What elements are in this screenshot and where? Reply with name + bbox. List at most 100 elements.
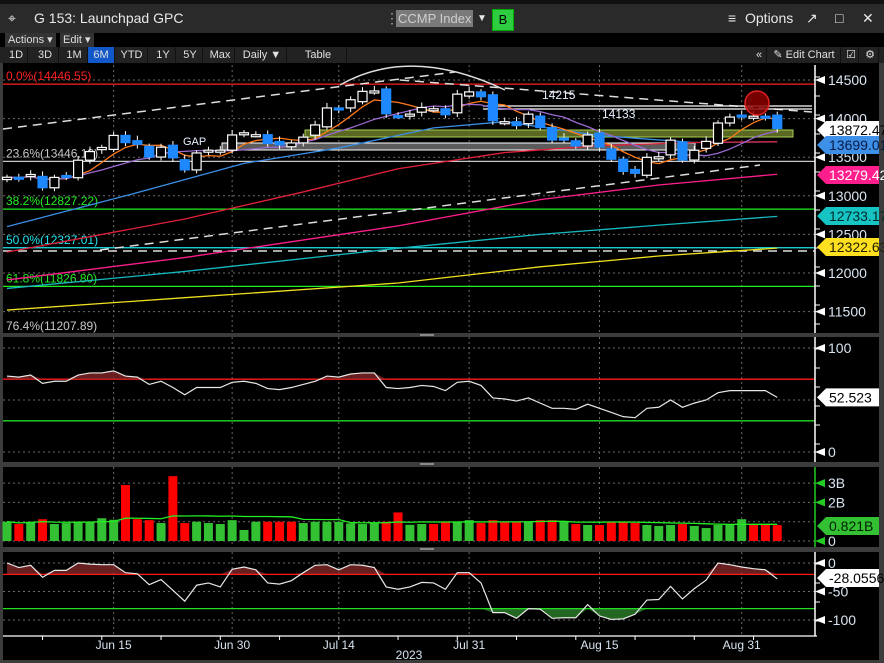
gear-icon[interactable]: ⚙	[862, 47, 879, 63]
volume-bar-down	[476, 523, 486, 541]
frequency-dropdown[interactable]: Daily ▼	[238, 47, 287, 63]
level-label-14215: 14215	[542, 88, 576, 102]
popout-icon[interactable]: ↗	[806, 10, 818, 27]
volume-bar-up	[203, 523, 213, 541]
candle-up-body	[25, 173, 36, 178]
candle-down-body	[594, 132, 605, 148]
volume-tick-label: 2B	[828, 494, 845, 510]
close-icon[interactable]: ✕	[862, 10, 874, 27]
candle	[641, 153, 653, 178]
range-6m[interactable]: 6M	[88, 47, 115, 63]
volume-bar-up	[227, 520, 237, 541]
panel-bg-3	[3, 552, 815, 636]
gap-label: GAP	[183, 136, 206, 148]
candle	[72, 155, 84, 181]
rsi-tick-label: 100	[828, 340, 852, 356]
edit-chart-button[interactable]: ✎ Edit Chart	[768, 47, 841, 63]
williams-tick-label: 0	[828, 555, 836, 571]
candle	[487, 91, 498, 125]
volume-bar-up	[61, 523, 71, 541]
volume-bar-down	[263, 521, 273, 541]
last-value-label: 12733.17	[829, 208, 884, 224]
volume-bar-down	[630, 522, 640, 541]
table-button[interactable]: Table	[290, 47, 347, 63]
volume-bar-up	[26, 521, 36, 541]
volume-bar-down	[772, 525, 782, 541]
maximize-icon[interactable]: □	[835, 10, 843, 26]
candle-down-body	[392, 115, 404, 119]
candle-down-body	[333, 107, 344, 111]
williams-tick-label-marker	[815, 587, 825, 596]
range-ytd[interactable]: YTD	[116, 47, 148, 63]
candle-up-body	[1, 176, 13, 181]
candle-up-body	[499, 121, 510, 125]
title-bar: ⌖ G 153: Launchpad GPC ⋮ CCMP Index ▼ B …	[0, 0, 884, 33]
williams-last-value: -28.0556	[829, 570, 884, 586]
candle-down-body	[535, 115, 546, 129]
options-button[interactable]: Options	[745, 10, 793, 26]
panel-divider	[0, 333, 884, 337]
candle-up-body	[582, 134, 593, 147]
price-tick-label: 13000	[828, 188, 867, 204]
volume-bar-up	[559, 521, 569, 541]
candle-down-body	[487, 94, 498, 122]
security-input[interactable]: CCMP Index	[396, 10, 474, 27]
volume-bar-down	[488, 520, 498, 541]
fib-label: 76.4%(11207.89)	[6, 319, 97, 333]
volume-bar-up	[85, 521, 95, 541]
volume-bar-up	[405, 524, 415, 541]
collapse-icon[interactable]: «	[752, 47, 767, 63]
candle-up-body	[748, 115, 759, 119]
candle-up-body	[712, 122, 724, 144]
edit-menu[interactable]: Edit ▾	[60, 33, 94, 47]
volume-bar-down	[14, 524, 24, 541]
annotate-icon[interactable]: ☑	[844, 47, 859, 63]
candle-up-body	[523, 113, 534, 125]
volume-bar-down	[121, 485, 130, 541]
range-max[interactable]: Max	[206, 47, 235, 63]
candle-down-body	[558, 137, 570, 141]
volume-bar-down	[381, 521, 391, 541]
price-tick-label-marker	[815, 191, 825, 200]
candle-up-body	[689, 149, 700, 161]
volume-bar-down	[618, 522, 628, 541]
candle-down-body	[167, 144, 178, 159]
candle-up-body	[641, 156, 653, 176]
chevron-down-icon[interactable]: ▼	[477, 13, 487, 24]
last-value-label: 13279.42	[829, 167, 884, 183]
volume-bar-down	[132, 519, 142, 541]
chart-canvas[interactable]: 0.0%(14446.55)23.6%(13446.13)38.2%(12827…	[0, 0, 884, 663]
candle-up-body	[701, 140, 712, 149]
volume-bar-down	[749, 524, 759, 541]
range-1d[interactable]: 1D	[5, 47, 28, 63]
move-icon[interactable]: ⌖	[8, 10, 16, 27]
candle	[452, 89, 463, 118]
volume-bar-up	[737, 519, 747, 541]
range-3d[interactable]: 3D	[32, 47, 59, 63]
volume-last-value: 0.821B	[829, 518, 873, 534]
volume-bar-up	[464, 520, 474, 541]
b-button[interactable]: B	[492, 9, 514, 31]
range-1m[interactable]: 1M	[61, 47, 88, 63]
last-value-label: 12322.63	[829, 239, 884, 255]
candle	[144, 143, 155, 160]
fib-label: 0.0%(14446.55)	[6, 69, 91, 83]
actions-menu[interactable]: Actions ▾	[5, 33, 56, 47]
fib-label: 23.6%(13446.13)	[6, 146, 98, 160]
candle-up-body	[724, 116, 735, 124]
candle-up-body	[357, 90, 368, 103]
menu-icon[interactable]: ≡	[728, 10, 736, 26]
candle	[381, 86, 392, 118]
volume-bar-up	[583, 524, 593, 541]
candle-up-body	[49, 176, 60, 189]
candle-up-body	[72, 159, 84, 179]
candle-down-body	[274, 140, 285, 146]
volume-bar-down	[547, 520, 557, 541]
actions-label: Actions	[8, 34, 45, 46]
range-1y[interactable]: 1Y	[151, 47, 176, 63]
last-value-label: 13872.47	[829, 122, 884, 138]
range-5y[interactable]: 5Y	[178, 47, 203, 63]
volume-bar-up	[666, 524, 676, 541]
x-axis-label: Jun 15	[96, 638, 132, 652]
last-value-label: 13699.01	[829, 137, 884, 153]
